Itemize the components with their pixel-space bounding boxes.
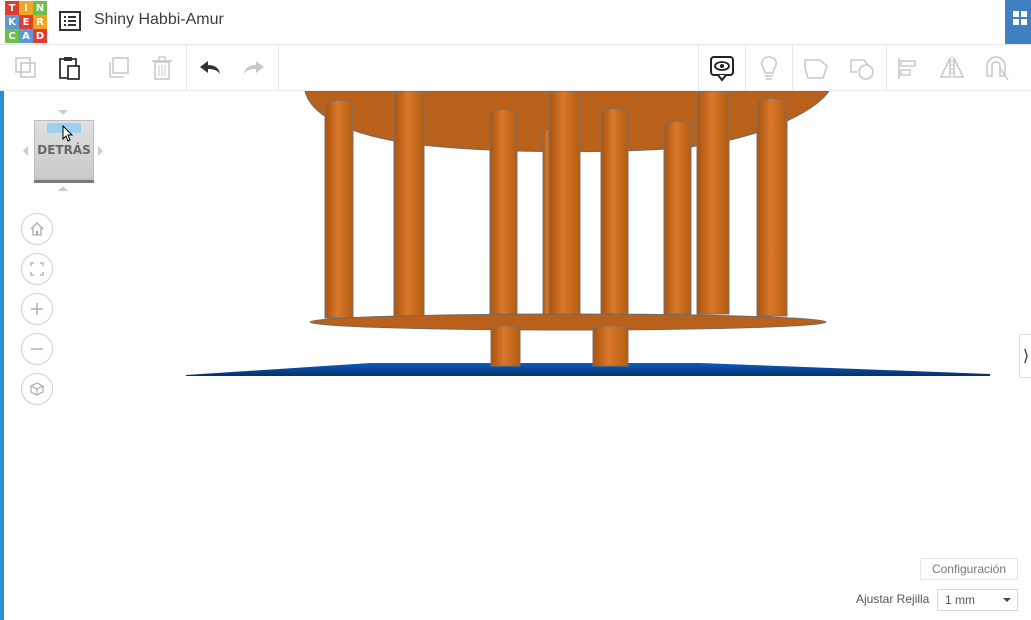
apps-grid-icon[interactable] — [1005, 0, 1031, 44]
toolbar-divider — [792, 45, 793, 90]
copy-icon[interactable] — [4, 45, 48, 90]
cube-rotate-right-icon[interactable] — [98, 146, 103, 156]
logo-letter: R — [33, 15, 47, 29]
design-title[interactable]: Shiny Habbi-Amur — [94, 11, 224, 29]
view-cube-label: DETRÁS — [37, 143, 91, 157]
zoom-in-button[interactable] — [21, 293, 53, 325]
snap-grid-select[interactable]: 1 mm — [937, 589, 1018, 611]
toolbar-divider — [186, 45, 187, 90]
cube-rotate-left-icon[interactable] — [23, 146, 28, 156]
tinkercad-logo[interactable]: T I N K E R C A D — [5, 1, 47, 43]
logo-letter: I — [19, 1, 33, 15]
snap-grid-value: 1 mm — [945, 593, 975, 607]
chevron-right-icon: ⟩ — [1022, 348, 1030, 365]
design-list-icon[interactable] — [58, 9, 82, 33]
cube-rotate-down-icon[interactable] — [58, 186, 68, 191]
logo-letter: A — [19, 29, 33, 43]
zoom-in-icon — [31, 303, 43, 315]
delete-icon[interactable] — [140, 45, 184, 90]
toolbar-divider — [698, 45, 699, 90]
zoom-out-icon — [31, 348, 43, 350]
perspective-button[interactable] — [21, 373, 53, 405]
home-view-icon — [30, 222, 44, 236]
toolbar-divider — [278, 45, 279, 90]
zoom-out-button[interactable] — [21, 333, 53, 365]
logo-letter: T — [5, 1, 19, 15]
mouse-cursor-icon — [62, 125, 74, 142]
pegs-group[interactable] — [324, 91, 788, 319]
group-icon[interactable] — [794, 45, 838, 90]
redo-icon[interactable] — [232, 45, 276, 90]
cube-rotate-up-icon[interactable] — [58, 110, 68, 115]
undo-icon[interactable] — [188, 45, 232, 90]
snap-grid-label: Ajustar Rejilla — [856, 592, 930, 606]
workplane-viewport[interactable] — [0, 91, 1031, 391]
duplicate-icon[interactable] — [96, 45, 140, 90]
fit-view-icon — [30, 262, 44, 276]
logo-letter: D — [33, 29, 47, 43]
toolbar-divider — [745, 45, 746, 90]
feet-group[interactable] — [490, 325, 629, 367]
panel-toggle-button[interactable]: ⟩ — [1019, 334, 1031, 378]
align-icon[interactable] — [886, 45, 930, 90]
settings-button[interactable]: Configuración — [920, 558, 1018, 580]
ungroup-icon[interactable] — [840, 45, 884, 90]
lightbulb-icon[interactable] — [747, 45, 791, 90]
caret-down-icon — [1003, 598, 1011, 602]
edit-toolbar — [0, 45, 1031, 91]
logo-letter: C — [5, 29, 19, 43]
home-view-button[interactable] — [21, 213, 53, 245]
bottom-disc-shape[interactable] — [309, 313, 827, 331]
perspective-icon — [30, 382, 44, 396]
magnet-icon[interactable] — [974, 45, 1018, 90]
app-header: T I N K E R C A D Shiny Habbi-Amur — [0, 0, 1031, 45]
logo-letter: K — [5, 15, 19, 29]
logo-letter: N — [33, 1, 47, 15]
notes-visibility-icon[interactable] — [700, 45, 744, 90]
paste-icon[interactable] — [48, 45, 92, 90]
workplane-grid — [186, 363, 990, 376]
mirror-icon[interactable] — [930, 45, 974, 90]
logo-letter: E — [19, 15, 33, 29]
fit-view-button[interactable] — [21, 253, 53, 285]
